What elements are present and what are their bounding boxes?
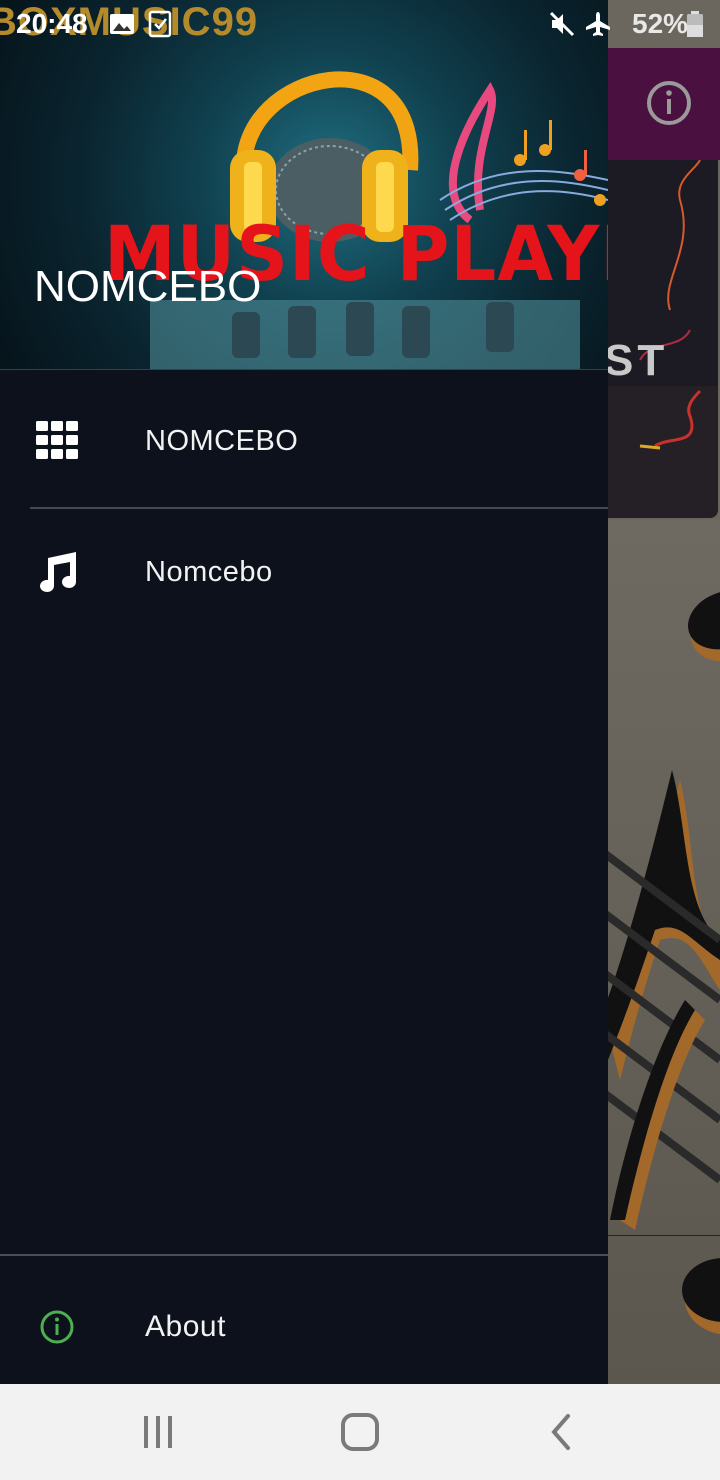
status-time: 20:48 xyxy=(16,8,88,39)
divider xyxy=(0,1254,608,1256)
info-icon xyxy=(40,1310,74,1344)
back-icon[interactable] xyxy=(538,1408,586,1456)
drawer-item-label: NOMCEBO xyxy=(145,425,299,457)
drawer-item-nomcebo-song[interactable]: Nomcebo xyxy=(0,510,608,640)
drawer-item-nomcebo-category[interactable]: NOMCEBO xyxy=(0,377,608,507)
card-lower xyxy=(600,386,718,518)
home-icon[interactable] xyxy=(336,1408,384,1456)
image-icon xyxy=(110,14,134,34)
music-artwork xyxy=(600,520,720,1384)
drawer-header: BOXMUSIC99 xyxy=(0,0,608,370)
mute-icon xyxy=(549,11,575,37)
playlist-card[interactable]: ST xyxy=(600,160,718,518)
download-check-icon xyxy=(148,10,172,38)
recent-apps-icon[interactable] xyxy=(134,1408,182,1456)
drawer-item-label: Nomcebo xyxy=(145,556,273,588)
music-note-icon xyxy=(40,552,76,592)
header-artwork xyxy=(150,71,608,370)
grid-icon xyxy=(36,421,78,459)
card-title: ST xyxy=(604,336,669,385)
music-notes-graphic xyxy=(439,82,608,224)
airplane-icon xyxy=(586,12,610,36)
status-bar: 20:48 52% xyxy=(0,0,720,48)
drawer-item-about[interactable]: About xyxy=(0,1258,608,1384)
drawer-header-title: NOMCEBO xyxy=(34,262,262,311)
divider xyxy=(30,507,608,509)
battery-icon xyxy=(687,11,703,37)
divider xyxy=(600,1235,720,1236)
info-icon[interactable] xyxy=(646,80,692,126)
navigation-drawer: BOXMUSIC99 xyxy=(0,0,608,1384)
drawer-item-label: About xyxy=(145,1310,226,1343)
battery-percentage: 52% xyxy=(632,8,689,39)
system-navigation-bar xyxy=(0,1384,720,1480)
divider xyxy=(0,369,608,370)
